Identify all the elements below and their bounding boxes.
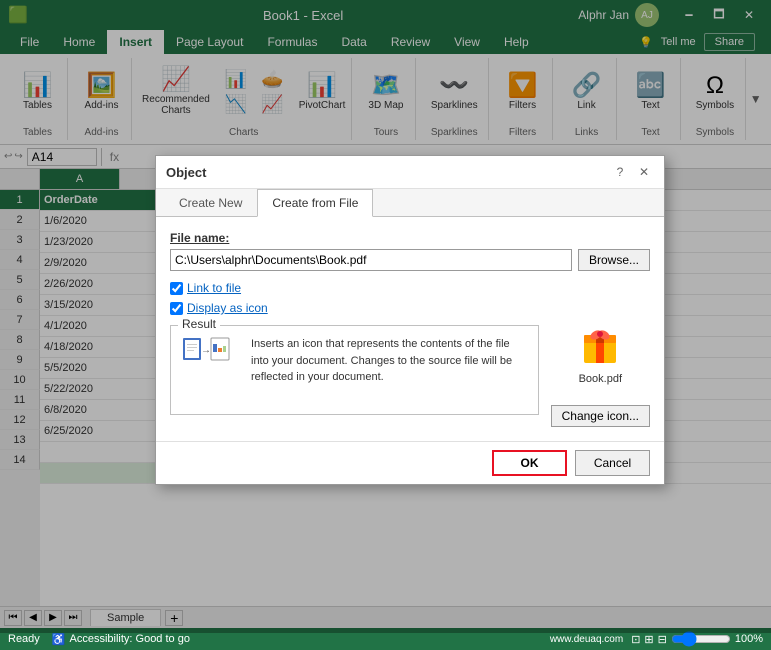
- website-label: www.deuaq.com: [550, 634, 623, 645]
- icon-preview: Book.pdf: [576, 321, 624, 385]
- result-icon-container: →: [181, 336, 241, 376]
- modal-overlay: Object ? ✕ Create New Create from File F…: [0, 0, 771, 633]
- display-as-icon-checkbox[interactable]: [170, 302, 183, 315]
- link-to-file-checkbox[interactable]: [170, 282, 183, 295]
- change-icon-button[interactable]: Change icon...: [551, 405, 650, 427]
- accessibility-status: ♿ Accessibility: Good to go: [52, 633, 190, 646]
- view-mode-normal[interactable]: ⊡: [631, 633, 640, 646]
- link-to-file-row: Link to file: [170, 281, 241, 295]
- zoom-slider[interactable]: [671, 631, 731, 647]
- accessibility-icon: ♿: [52, 633, 66, 646]
- view-mode-page[interactable]: ⊞: [644, 633, 653, 646]
- svg-text:→: →: [201, 345, 211, 356]
- result-section: → Inserts an icon that represents the co…: [170, 325, 539, 415]
- modal-help-button[interactable]: ?: [610, 162, 630, 182]
- modal-close-button[interactable]: ✕: [634, 162, 654, 182]
- file-name-input[interactable]: [170, 249, 572, 271]
- view-mode-pagebreak[interactable]: ⊟: [658, 633, 667, 646]
- modal-tab-create-from-file[interactable]: Create from File: [257, 189, 373, 217]
- object-dialog: Object ? ✕ Create New Create from File F…: [155, 155, 665, 485]
- display-as-icon-label[interactable]: Display as icon: [187, 301, 268, 315]
- file-name-section: File name: Browse...: [170, 231, 650, 271]
- cancel-button[interactable]: Cancel: [575, 450, 650, 476]
- result-icon-svg: →: [181, 336, 231, 376]
- modal-footer: OK Cancel: [156, 441, 664, 484]
- icon-preview-section: Book.pdf Change icon...: [551, 281, 650, 427]
- modal-titlebar: Object ? ✕: [156, 156, 664, 189]
- file-label: File name:: [170, 231, 650, 245]
- browse-button[interactable]: Browse...: [578, 249, 650, 271]
- result-label: Result: [178, 317, 220, 331]
- result-section-wrapper: Result: [170, 325, 539, 415]
- zoom-level: 100%: [735, 633, 763, 645]
- checkboxes-section: Link to file Display as icon: [170, 281, 539, 315]
- link-to-file-label[interactable]: Link to file: [187, 281, 241, 295]
- result-description: Inserts an icon that represents the cont…: [251, 336, 528, 386]
- ok-button[interactable]: OK: [492, 450, 567, 476]
- modal-title-controls: ? ✕: [610, 162, 654, 182]
- icon-file-label: Book.pdf: [579, 373, 622, 385]
- display-as-icon-row: Display as icon: [170, 301, 268, 315]
- modal-tab-create-new[interactable]: Create New: [164, 189, 257, 217]
- status-ready: Ready: [8, 633, 40, 646]
- modal-tab-bar: Create New Create from File: [156, 189, 664, 217]
- pdf-icon-svg: [576, 321, 624, 369]
- modal-body: File name: Browse... Link to file: [156, 217, 664, 441]
- modal-title: Object: [166, 165, 206, 180]
